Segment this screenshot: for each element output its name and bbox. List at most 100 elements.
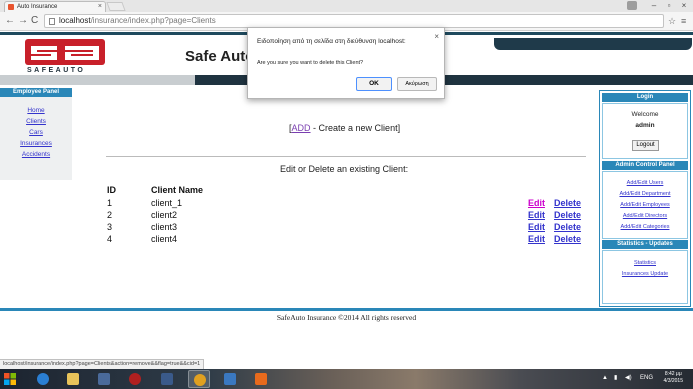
divider [106,156,586,157]
confirm-dialog: Ειδοποίηση από τη σελίδα στη διεύθυνση l… [247,27,445,99]
edit-heading: Edit or Delete an existing Client: [280,164,409,174]
employee-panel: Employee Panel Home Clients Cars Insuran… [0,88,72,180]
taskbar-xampp-icon[interactable] [250,370,272,388]
admin-link-department[interactable]: Add/Edit Department [603,189,687,200]
edit-link[interactable]: Edit [528,234,545,244]
nav-link-insurances[interactable]: Insurances [0,138,72,149]
logout-button[interactable]: Logout [632,140,659,151]
login-box: Welcome admin Logout [602,103,688,159]
maximize-icon[interactable]: ▫ [662,0,676,11]
tab-close-icon[interactable]: × [98,2,102,12]
tray-arrow-icon[interactable]: ▲ [602,374,608,383]
admin-link-directors[interactable]: Add/Edit Directors [603,211,687,222]
cancel-button[interactable]: Ακύρωση [397,77,437,91]
admin-panel-title: Admin Control Panel [602,161,688,170]
right-sidebar: Login Welcome admin Logout Admin Control… [599,90,691,307]
column-header-id: ID [107,185,116,195]
taskbar-window-icon[interactable] [219,370,241,388]
address-bar[interactable]: localhost/insurance/index.php?page=Clien… [44,14,664,28]
logo-text: SAFEAUTO [27,67,86,74]
tab-title: Auto Insurance [17,4,58,10]
clock-time: 8:42 μμ [664,371,682,377]
page-icon [49,18,55,25]
ok-button[interactable]: OK [356,77,392,91]
stats-link-statistics[interactable]: Statistics [603,258,687,269]
url-host: localhost [59,16,91,25]
footer-text: SafeAuto Insurance ©2014 All rights rese… [276,313,417,322]
clock-date: 4/3/2015 [663,378,683,384]
welcome-text: Welcome [631,111,659,118]
taskbar-explorer-icon[interactable] [62,370,84,388]
employee-panel-title: Employee Panel [0,88,72,97]
edit-link[interactable]: Edit [528,210,545,220]
client-id: 1 [107,198,113,208]
taskbar-ie-icon[interactable] [32,370,54,388]
edit-link[interactable]: Edit [528,222,545,232]
nav-link-home[interactable]: Home [0,105,72,116]
username: admin [635,122,655,129]
windows-start-icon[interactable] [4,373,16,385]
windows-taskbar: ▲ ▮ ◀) ENG 8:42 μμ 4/3/2015 [0,369,693,389]
menu-icon[interactable]: ≡ [681,16,686,26]
delete-link[interactable]: Delete [554,234,581,244]
table-row: 2 client2 Edit Delete [0,210,600,222]
delete-link[interactable]: Delete [554,198,581,208]
volume-icon[interactable]: ◀) [625,374,632,383]
taskbar-chrome-icon[interactable] [188,370,210,388]
taskbar-app-icon[interactable] [93,370,115,388]
dialog-message: Are you sure you want to delete this Cli… [257,60,364,66]
footer-bar [0,308,693,311]
client-id: 2 [107,210,113,220]
new-tab-button[interactable] [106,2,126,11]
create-suffix: - Create a new Client] [310,123,401,133]
nav-link-accidents[interactable]: Accidents [0,149,72,160]
table-row: 1 client_1 Edit Delete [0,198,600,210]
login-title: Login [602,93,688,102]
table-row: 4 client4 Edit Delete [0,234,600,246]
client-name: client3 [151,222,178,232]
stats-title: Statistics - Updates [602,240,688,249]
user-profile-icon[interactable] [627,1,637,10]
url-path: /insurance/index.php?page=Clients [90,16,216,25]
forward-icon[interactable]: → [18,15,28,27]
back-icon[interactable]: ← [5,15,15,27]
create-client-line: [ADD - Create a new Client] [289,123,400,133]
client-name: client4 [151,234,178,244]
table-row: 3 client3 Edit Delete [0,222,600,234]
dialog-close-icon[interactable]: × [434,32,439,41]
browser-titlebar: Auto Insurance × – ▫ × [0,0,693,12]
header-decoration [494,38,692,50]
add-client-link[interactable]: ADD [292,123,311,133]
bookmark-star-icon[interactable]: ☆ [668,16,676,26]
admin-links-box: Add/Edit Users Add/Edit Department Add/E… [602,171,688,239]
client-name: client_1 [151,198,183,208]
status-url: localhost/insurance/index.php?page=Clien… [0,359,205,369]
safeauto-logo-icon [25,39,105,65]
dialog-title: Ειδοποίηση από τη σελίδα στη διεύθυνση l… [257,38,406,45]
network-icon[interactable]: ▮ [614,374,617,383]
system-clock[interactable]: 8:42 μμ 4/3/2015 [664,371,683,385]
admin-link-users[interactable]: Add/Edit Users [603,178,687,189]
client-id: 3 [107,222,113,232]
stats-link-insurances-update[interactable]: Insurances Update [603,269,687,280]
stats-box: Statistics Insurances Update [602,250,688,304]
client-id: 4 [107,234,113,244]
client-name: client2 [151,210,178,220]
reload-icon[interactable]: C [31,15,38,27]
minimize-icon[interactable]: – [647,0,661,11]
column-header-name: Client Name [151,185,204,195]
edit-link[interactable]: Edit [528,198,545,208]
favicon-icon [8,4,14,10]
admin-link-categories[interactable]: Add/Edit Categories [603,222,687,233]
taskbar-media-icon[interactable] [124,370,146,388]
admin-link-employees[interactable]: Add/Edit Employees [603,200,687,211]
taskbar-app2-icon[interactable] [156,370,178,388]
nav-link-clients[interactable]: Clients [0,116,72,127]
window-close-icon[interactable]: × [677,0,691,11]
site-title: Safe Auto [185,48,255,65]
browser-tab[interactable]: Auto Insurance × [4,1,106,12]
language-indicator[interactable]: ENG [640,374,653,383]
delete-link[interactable]: Delete [554,222,581,232]
delete-link[interactable]: Delete [554,210,581,220]
nav-link-cars[interactable]: Cars [0,127,72,138]
